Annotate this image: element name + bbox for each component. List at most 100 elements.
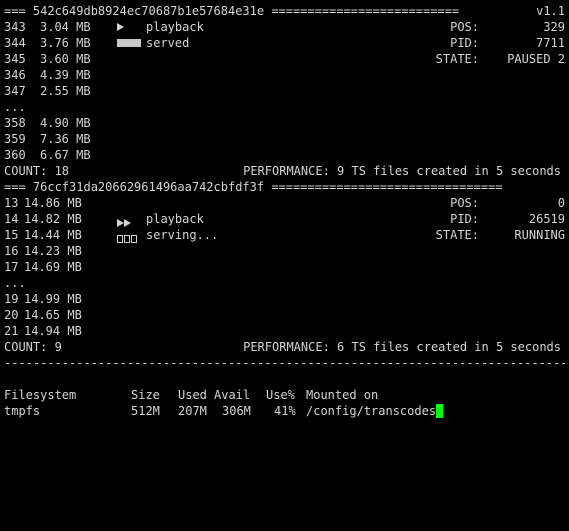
segment-index: 17 (4, 260, 19, 274)
segment-index: 344 (4, 36, 26, 50)
stream2-header-id: === 76ccf31da20662961496aa742cbfdf3f ===… (4, 180, 503, 194)
segment-index: 16 (4, 244, 19, 258)
stream2-row: 14 14.82 MB playback PID: 26519 (4, 211, 565, 227)
terminal-cursor[interactable] (436, 404, 444, 418)
ellipsis-text: ... (4, 276, 26, 290)
stream2-row: 13 14.86 MB POS: 0 (4, 195, 565, 211)
stream1-row: 347 2.55 MB (4, 83, 565, 99)
df-use-pct: 41% (274, 404, 296, 418)
stream2-row: 20 14.65 MB (4, 307, 565, 323)
segment-size: 14.94 MB (24, 324, 82, 338)
stream1-pos-value: 329 (543, 20, 565, 34)
stream1-header: === 542c649db8924ec70687b1e57684e31e ===… (4, 3, 565, 19)
stream1-row: 358 4.90 MB (4, 115, 565, 131)
df-header-avail: Avail (214, 388, 251, 402)
stream2-row: 17 14.69 MB (4, 259, 565, 275)
stream1-count: COUNT: 18 (4, 164, 70, 178)
stream1-pid-value: 7711 (536, 36, 565, 50)
df-header: Filesystem Size Used Avail Use% Mounted … (4, 387, 565, 403)
df-header-mounted: Mounted on (306, 388, 379, 402)
df-filesystem: tmpfs (4, 404, 41, 418)
stream2-pid-label: PID: (450, 212, 479, 226)
stream2-state-label: STATE: (435, 228, 479, 242)
stream1-version: v1.1 (536, 4, 565, 18)
segment-size: 14.69 MB (24, 260, 82, 274)
df-mounted-row[interactable]: /config/transcodes (306, 403, 444, 419)
segment-size: 14.23 MB (24, 244, 82, 258)
segment-index: 20 (4, 308, 19, 322)
stream1-row: 360 6.67 MB (4, 147, 565, 163)
stream2-status-serving: serving... (146, 228, 219, 242)
stream2-row: 15 14.44 MB serving... STATE: RUNNING (4, 227, 565, 243)
stream1-performance: PERFORMANCE: 9 TS files created in 5 sec… (243, 164, 561, 178)
ellipsis-text: ... (4, 100, 26, 114)
stream2-status-playback: playback (146, 212, 204, 226)
stream2-ellipsis: ... (4, 275, 565, 291)
segment-size: 14.82 MB (24, 212, 82, 226)
stream2-header: === 76ccf31da20662961496aa742cbfdf3f ===… (4, 179, 565, 195)
stream1-header-id: === 542c649db8924ec70687b1e57684e31e ===… (4, 4, 460, 18)
df-used: 207M (178, 404, 207, 418)
df-header-used: Used (178, 388, 207, 402)
df-row: tmpfs 512M 207M 306M 41% /config/transco… (4, 403, 565, 419)
segment-size: 14.86 MB (24, 196, 82, 210)
df-header-size: Size (131, 388, 160, 402)
stream2-count: COUNT: 9 (4, 340, 62, 354)
segment-size: 4.90 MB (40, 116, 91, 130)
stream1-status-serving: served (146, 36, 190, 50)
segment-size: 14.44 MB (24, 228, 82, 242)
segment-size: 3.76 MB (40, 36, 91, 50)
segment-size: 4.39 MB (40, 68, 91, 82)
stream1-pid-label: PID: (450, 36, 479, 50)
stream2-row: 21 14.94 MB (4, 323, 565, 339)
stream2-pos-value: 0 (557, 196, 565, 210)
segment-index: 343 (4, 20, 26, 34)
divider-text: ----------------------------------------… (4, 356, 565, 370)
stream1-row: 346 4.39 MB (4, 67, 565, 83)
segment-index: 360 (4, 148, 26, 162)
segment-index: 346 (4, 68, 26, 82)
stream1-pos-label: POS: (450, 20, 479, 34)
segment-index: 347 (4, 84, 26, 98)
segment-size: 6.67 MB (40, 148, 91, 162)
stream1-ellipsis: ... (4, 99, 565, 115)
stream2-row: 19 14.99 MB (4, 291, 565, 307)
segment-size: 14.65 MB (24, 308, 82, 322)
stream1-row: 359 7.36 MB (4, 131, 565, 147)
segment-index: 19 (4, 292, 19, 306)
segment-index: 13 (4, 196, 19, 210)
progress-bar-full-icon (117, 35, 141, 51)
segment-index: 358 (4, 116, 26, 130)
stream1-row: 345 3.60 MB STATE: PAUSED 2 (4, 51, 565, 67)
segment-size: 14.99 MB (24, 292, 82, 306)
divider-line: ----------------------------------------… (4, 355, 565, 371)
df-header-filesystem: Filesystem (4, 388, 77, 402)
stream2-performance: PERFORMANCE: 6 TS files created in 5 sec… (243, 340, 561, 354)
segment-index: 14 (4, 212, 19, 226)
segment-size: 3.04 MB (40, 20, 91, 34)
stream1-state-label: STATE: (435, 52, 479, 66)
segment-size: 3.60 MB (40, 52, 91, 66)
segment-index: 345 (4, 52, 26, 66)
segment-size: 7.36 MB (40, 132, 91, 146)
stream2-footer: COUNT: 9 PERFORMANCE: 6 TS files created… (4, 339, 565, 355)
stream2-pid-value: 26519 (528, 212, 565, 226)
stream1-state-value: PAUSED 2 (507, 52, 565, 66)
df-mounted: /config/transcodes (306, 404, 437, 418)
segment-index: 359 (4, 132, 26, 146)
play-triangle-icon (117, 19, 124, 35)
segment-size: 2.55 MB (40, 84, 91, 98)
segment-index: 21 (4, 324, 19, 338)
stream1-row: 344 3.76 MB served PID: 7711 (4, 35, 565, 51)
stream2-row: 16 14.23 MB (4, 243, 565, 259)
df-size: 512M (131, 404, 160, 418)
df-avail: 306M (222, 404, 251, 418)
df-header-use-pct: Use% (266, 388, 295, 402)
segment-index: 15 (4, 228, 19, 242)
terminal-window[interactable]: === 542c649db8924ec70687b1e57684e31e ===… (4, 3, 565, 419)
stream2-state-value: RUNNING (514, 228, 565, 242)
stream2-pos-label: POS: (450, 196, 479, 210)
stream1-status-playback: playback (146, 20, 204, 34)
stream1-footer: COUNT: 18 PERFORMANCE: 9 TS files create… (4, 163, 565, 179)
